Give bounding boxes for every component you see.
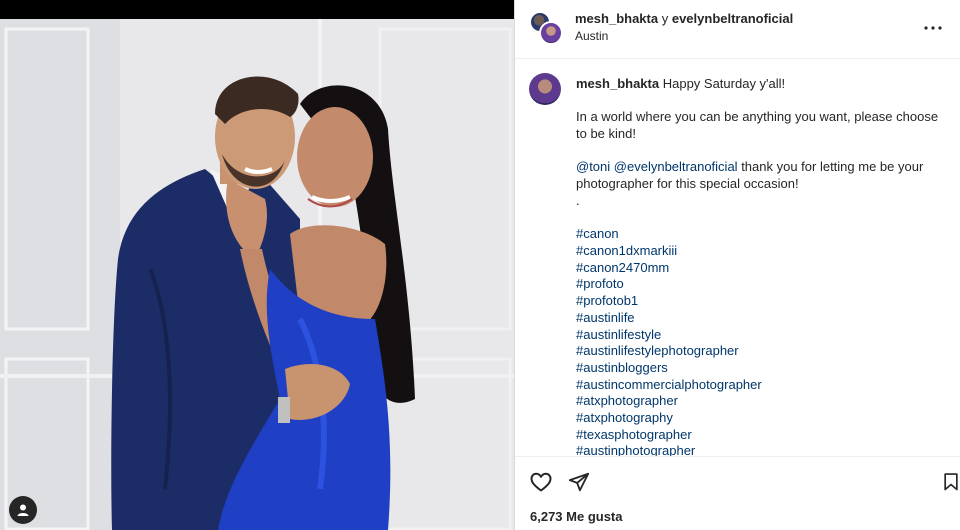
hashtag-link[interactable]: #atxphotographer [576,393,678,408]
like-button[interactable] [529,470,553,494]
photo-top-bar [0,0,514,19]
caption-greeting: Happy Saturday y'all! [662,76,786,91]
share-button[interactable] [567,470,591,494]
more-options-button[interactable] [921,16,945,40]
post-location[interactable]: Austin [575,29,608,43]
mention-link[interactable]: @evelynbeltranoficial [614,159,738,174]
post-header: mesh_bhakta y evelynbeltranoficial Austi… [515,0,960,59]
hashtag-link[interactable]: #austinlifestyle [576,327,661,342]
bookmark-icon [944,473,958,491]
hashtag-link[interactable]: #profotob1 [576,293,638,308]
tagged-users-button[interactable] [9,496,37,524]
post-photo[interactable] [0,19,514,530]
caption-author-avatar[interactable] [529,73,561,105]
hashtag-list: #canon #canon1dxmarkiii #canon2470mm #profo… [576,226,948,456]
hashtag-link[interactable]: #austinlife [576,310,635,325]
hashtag-link[interactable]: #austinlifestylephotographer [576,343,739,358]
author-username[interactable]: mesh_bhakta [575,11,658,26]
user-tag-icon [17,504,29,516]
mention-link[interactable]: @toni [576,159,610,174]
caption-dot: . [576,192,580,208]
hashtag-link[interactable]: #profoto [576,276,624,291]
more-horizontal-icon [924,26,942,30]
authors-conjunction: y [661,11,669,26]
hashtag-link[interactable]: #austinbloggers [576,360,668,375]
post-side-panel: mesh_bhakta y evelynbeltranoficial Austi… [514,0,960,530]
save-button[interactable] [941,470,960,494]
post-actions: 6,273 Me gusta [515,456,960,530]
post-caption: mesh_bhakta Happy Saturday y'all! In a w… [576,76,948,456]
caption-username[interactable]: mesh_bhakta [576,76,659,91]
heart-icon [530,472,552,492]
collaborator-username[interactable]: evelynbeltranoficial [672,11,793,26]
caption-message: In a world where you can be anything you… [576,109,939,142]
paper-plane-icon [568,472,590,492]
like-count[interactable]: 6,273 Me gusta [530,509,623,524]
hashtag-link[interactable]: #canon2470mm [576,260,669,275]
hashtag-link[interactable]: #atxphotography [576,410,673,425]
hashtag-link[interactable]: #texasphotographer [576,427,692,442]
comments-section[interactable]: mesh_bhakta Happy Saturday y'all! In a w… [515,60,960,456]
hashtag-link[interactable]: #austinphotographer [576,443,695,456]
collaborator-avatar[interactable] [539,21,563,45]
post-authors: mesh_bhakta y evelynbeltranoficial [575,11,793,26]
post-photo-pane[interactable] [0,0,514,530]
hashtag-link[interactable]: #austincommercialphotographer [576,377,762,392]
collab-avatars[interactable] [529,11,563,45]
hashtag-link[interactable]: #canon [576,226,619,241]
hashtag-link[interactable]: #canon1dxmarkiii [576,243,677,258]
